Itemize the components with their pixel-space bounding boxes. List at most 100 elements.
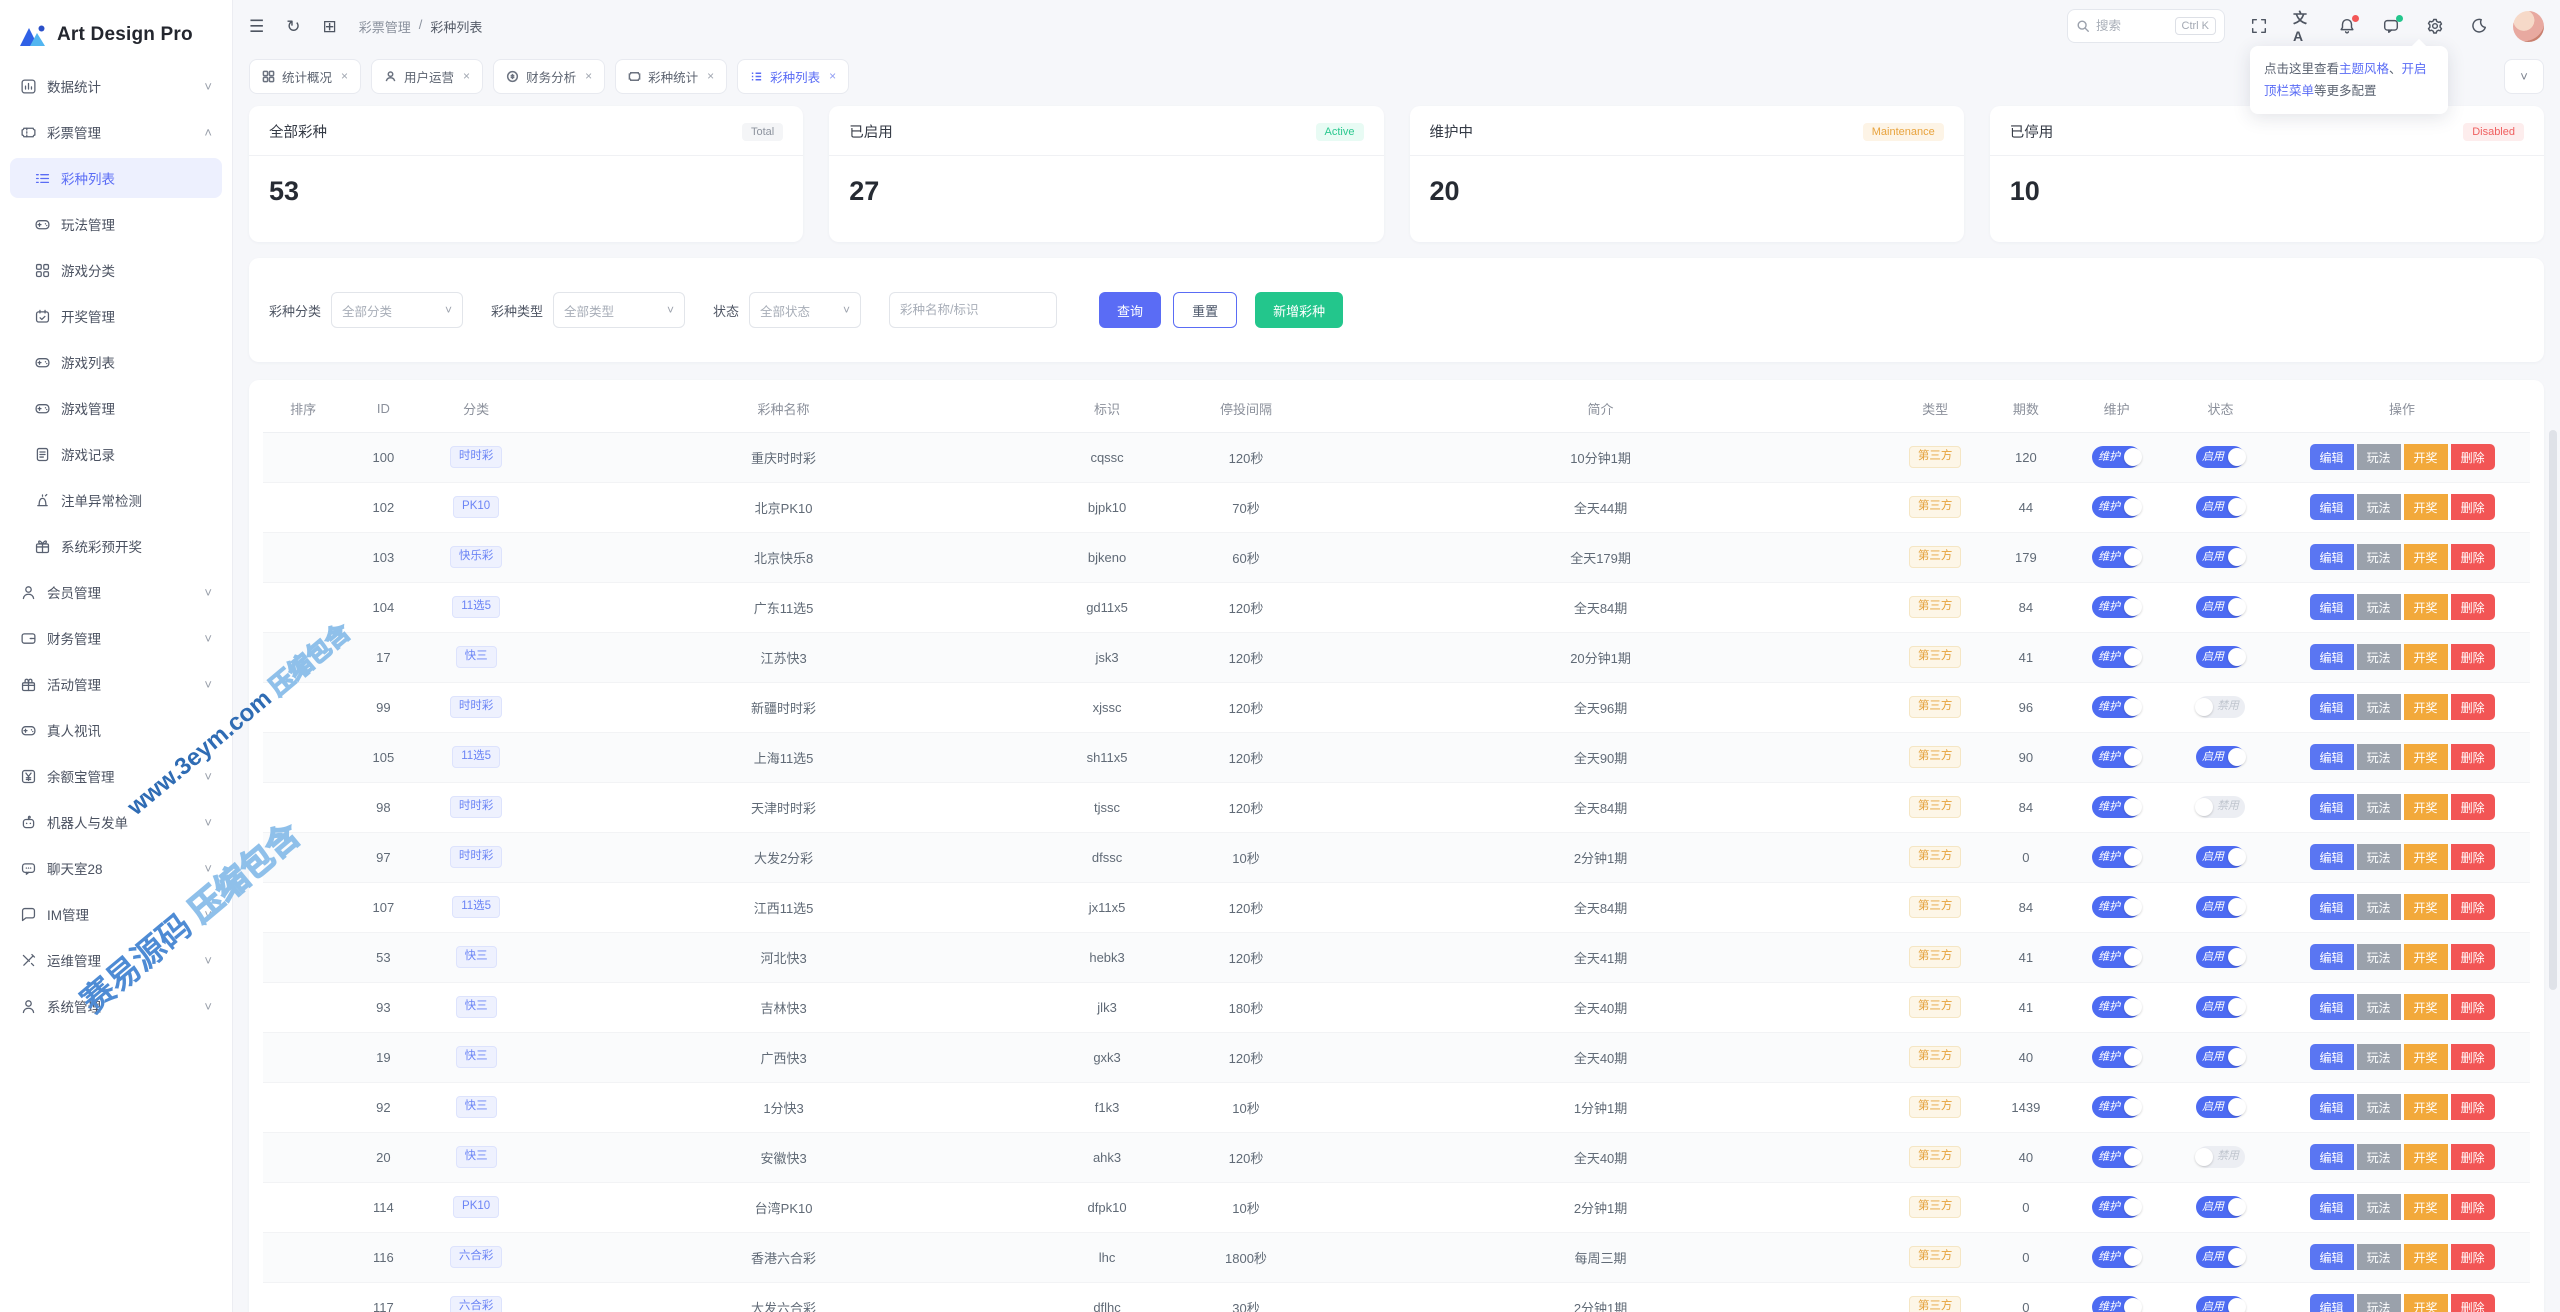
row-sort-handle[interactable] xyxy=(263,932,344,983)
status-toggle[interactable]: 启用 xyxy=(2195,846,2246,868)
sidebar-item-lottery-list[interactable]: 彩种列表 xyxy=(10,158,222,198)
draw-button[interactable]: 开奖 xyxy=(2403,594,2448,620)
play-rules-button[interactable]: 玩法 xyxy=(2356,1044,2401,1070)
edit-button[interactable]: 编辑 xyxy=(2309,1144,2354,1170)
sidebar-item-data-stats[interactable]: 数据统计 ˅ xyxy=(10,66,222,106)
edit-button[interactable]: 编辑 xyxy=(2309,694,2354,720)
delete-button[interactable]: 删除 xyxy=(2450,594,2495,620)
sidebar-item-chatroom28[interactable]: 聊天室28 ˅ xyxy=(10,848,222,888)
notification-bell-icon[interactable] xyxy=(2337,15,2359,36)
sidebar-item-system-mgmt[interactable]: 系统管理 ˅ xyxy=(10,986,222,1026)
global-search[interactable]: Ctrl K xyxy=(2067,9,2225,43)
sidebar-item-robot-dispatch[interactable]: 机器人与发单 ˅ xyxy=(10,802,222,842)
status-toggle[interactable]: 启用 xyxy=(2195,546,2246,568)
row-sort-handle[interactable] xyxy=(263,1182,344,1233)
row-sort-handle[interactable] xyxy=(263,1282,344,1312)
maintain-toggle[interactable]: 维护 xyxy=(2092,896,2143,918)
edit-button[interactable]: 编辑 xyxy=(2309,994,2354,1020)
draw-button[interactable]: 开奖 xyxy=(2403,644,2448,670)
edit-button[interactable]: 编辑 xyxy=(2309,944,2354,970)
tab-finance-analysis[interactable]: 财务分析 × xyxy=(493,58,606,94)
status-toggle[interactable]: 启用 xyxy=(2195,646,2246,668)
delete-button[interactable]: 删除 xyxy=(2450,844,2495,870)
user-avatar[interactable] xyxy=(2513,10,2544,42)
row-sort-handle[interactable] xyxy=(263,982,344,1033)
play-rules-button[interactable]: 玩法 xyxy=(2356,694,2401,720)
type-select[interactable]: 全部类型 ˅ xyxy=(553,292,686,328)
draw-button[interactable]: 开奖 xyxy=(2403,544,2448,570)
play-rules-button[interactable]: 玩法 xyxy=(2356,544,2401,570)
draw-button[interactable]: 开奖 xyxy=(2403,1044,2448,1070)
play-rules-button[interactable]: 玩法 xyxy=(2356,1144,2401,1170)
edit-button[interactable]: 编辑 xyxy=(2309,644,2354,670)
breadcrumb-parent[interactable]: 彩票管理 xyxy=(359,17,411,36)
sidebar-item-game-records[interactable]: 游戏记录 xyxy=(10,434,222,474)
settings-gear-icon[interactable] xyxy=(2425,16,2445,36)
fullscreen-icon[interactable] xyxy=(2249,16,2269,36)
draw-button[interactable]: 开奖 xyxy=(2403,1194,2448,1220)
sidebar-item-game-category[interactable]: 游戏分类 xyxy=(10,250,222,290)
apps-grid-icon[interactable]: ⊞ xyxy=(323,18,337,35)
row-sort-handle[interactable] xyxy=(263,1032,344,1083)
delete-button[interactable]: 删除 xyxy=(2450,494,2495,520)
edit-button[interactable]: 编辑 xyxy=(2309,1044,2354,1070)
search-input[interactable] xyxy=(2096,19,2166,33)
maintain-toggle[interactable]: 维护 xyxy=(2092,496,2143,518)
status-toggle[interactable]: 启用 xyxy=(2195,1046,2246,1068)
draw-button[interactable]: 开奖 xyxy=(2403,1244,2448,1270)
sidebar-item-live-video[interactable]: 真人视讯 xyxy=(10,710,222,750)
maintain-toggle[interactable]: 维护 xyxy=(2092,1046,2143,1068)
delete-button[interactable]: 删除 xyxy=(2450,1194,2495,1220)
maintain-toggle[interactable]: 维护 xyxy=(2092,696,2143,718)
play-rules-button[interactable]: 玩法 xyxy=(2356,744,2401,770)
tab-user-operation[interactable]: 用户运营 × xyxy=(371,58,484,94)
play-rules-button[interactable]: 玩法 xyxy=(2356,844,2401,870)
draw-button[interactable]: 开奖 xyxy=(2403,944,2448,970)
status-toggle[interactable]: 启用 xyxy=(2195,746,2246,768)
draw-button[interactable]: 开奖 xyxy=(2403,1094,2448,1120)
row-sort-handle[interactable] xyxy=(263,482,344,533)
search-button[interactable]: 查询 xyxy=(1099,292,1162,328)
play-rules-button[interactable]: 玩法 xyxy=(2356,1094,2401,1120)
delete-button[interactable]: 删除 xyxy=(2450,694,2495,720)
delete-button[interactable]: 删除 xyxy=(2450,994,2495,1020)
delete-button[interactable]: 删除 xyxy=(2450,1244,2495,1270)
reset-button[interactable]: 重置 xyxy=(1173,292,1238,328)
row-sort-handle[interactable] xyxy=(263,632,344,683)
edit-button[interactable]: 编辑 xyxy=(2309,844,2354,870)
delete-button[interactable]: 删除 xyxy=(2450,744,2495,770)
play-rules-button[interactable]: 玩法 xyxy=(2356,794,2401,820)
sidebar-item-finance-mgmt[interactable]: 财务管理 ˅ xyxy=(10,618,222,658)
status-toggle[interactable]: 启用 xyxy=(2195,1196,2246,1218)
theme-style-link[interactable]: 主题风格 xyxy=(2339,62,2389,76)
sidebar-item-member-mgmt[interactable]: 会员管理 ˅ xyxy=(10,572,222,612)
status-toggle[interactable]: 禁用 xyxy=(2194,1145,2245,1168)
tab-lottery-list[interactable]: 彩种列表 × xyxy=(737,58,850,94)
status-select[interactable]: 全部状态 ˅ xyxy=(749,292,862,328)
row-sort-handle[interactable] xyxy=(263,1132,344,1183)
sidebar-item-game-mgmt[interactable]: 游戏管理 xyxy=(10,388,222,428)
row-sort-handle[interactable] xyxy=(263,832,344,883)
refresh-icon[interactable]: ↻ xyxy=(286,18,300,35)
tab-lottery-stats[interactable]: 彩种统计 × xyxy=(615,58,728,94)
draw-button[interactable]: 开奖 xyxy=(2403,1144,2448,1170)
row-sort-handle[interactable] xyxy=(263,1082,344,1133)
play-rules-button[interactable]: 玩法 xyxy=(2356,894,2401,920)
edit-button[interactable]: 编辑 xyxy=(2309,794,2354,820)
app-logo[interactable]: Art Design Pro xyxy=(10,10,222,66)
row-sort-handle[interactable] xyxy=(263,882,344,933)
row-sort-handle[interactable] xyxy=(263,432,344,483)
add-lottery-button[interactable]: 新增彩种 xyxy=(1255,292,1344,328)
maintain-toggle[interactable]: 维护 xyxy=(2092,596,2143,618)
delete-button[interactable]: 删除 xyxy=(2450,644,2495,670)
row-sort-handle[interactable] xyxy=(263,782,344,833)
maintain-toggle[interactable]: 维护 xyxy=(2092,1196,2143,1218)
play-rules-button[interactable]: 玩法 xyxy=(2356,1294,2401,1312)
sidebar-item-play-mgmt[interactable]: 玩法管理 xyxy=(10,204,222,244)
translate-icon[interactable]: 文A xyxy=(2293,10,2313,44)
play-rules-button[interactable]: 玩法 xyxy=(2356,1194,2401,1220)
draw-button[interactable]: 开奖 xyxy=(2403,494,2448,520)
scrollbar-thumb[interactable] xyxy=(2549,430,2557,990)
draw-button[interactable]: 开奖 xyxy=(2403,444,2448,470)
edit-button[interactable]: 编辑 xyxy=(2309,1294,2354,1312)
